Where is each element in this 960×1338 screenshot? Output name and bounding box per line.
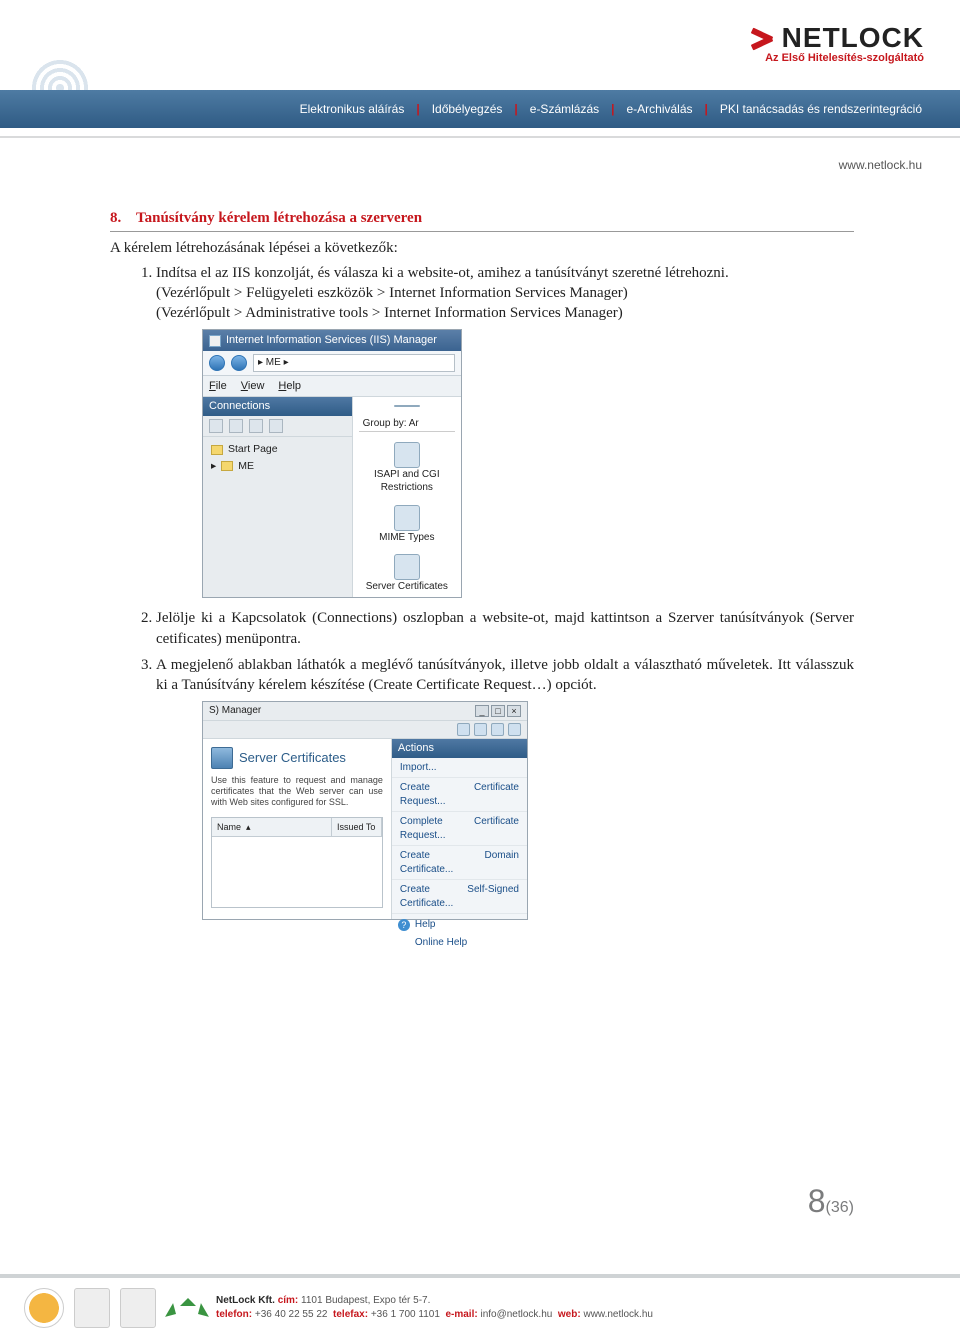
toolbar-icon[interactable] <box>491 723 504 736</box>
menu-bar: File View Help <box>203 376 461 398</box>
feature-label: Server Certificates <box>366 580 448 594</box>
connections-tree: Start Page ▸ME <box>203 437 352 479</box>
tree-item-server[interactable]: ▸ME <box>211 458 344 475</box>
step-3: A megjelenő ablakban láthatók a meglévő … <box>156 655 854 920</box>
section-number: 8. <box>110 210 121 226</box>
step-list: Indítsa el az IIS konzolját, és válasza … <box>110 263 854 920</box>
address-bar: ▸ ME ▸ <box>203 351 461 376</box>
section-title-text: Tanúsítvány kérelem létrehozása a szerve… <box>136 210 422 226</box>
nav-item: e-Számlázás <box>530 102 599 116</box>
action-complete-request[interactable]: Complete Certificate Request... <box>392 812 527 846</box>
page-number: 8(36) <box>808 1183 854 1220</box>
panel-description: Use this feature to request and manage c… <box>211 775 383 809</box>
page-header: NETLOCK Az Első Hitelesítés-szolgáltató … <box>0 0 960 138</box>
feature-icon[interactable] <box>394 554 420 580</box>
screenshot-server-certificates: S) Manager _ □ × <box>202 701 528 920</box>
sgs-badge-icon <box>24 1288 64 1328</box>
page-footer: NetLock Kft. cím: 1101 Budapest, Expo té… <box>0 1274 960 1338</box>
logo-block: NETLOCK Az Első Hitelesítés-szolgáltató <box>748 22 924 64</box>
action-create-domain-cert[interactable]: Create Domain Certificate... <box>392 846 527 880</box>
feature-pane: Group by: Ar ISAPI and CGI Restrictions … <box>353 397 461 597</box>
feature-icon[interactable] <box>394 505 420 531</box>
toolbar-btn[interactable] <box>209 419 223 433</box>
nav-bar: Elektronikus aláírás| Időbélyegzés| e-Sz… <box>0 90 960 128</box>
window-title-fragment: S) Manager <box>209 704 261 718</box>
action-create-self-signed[interactable]: Create Self-Signed Certificate... <box>392 880 527 914</box>
certificates-table: Name ▴ Issued To <box>211 817 383 908</box>
section-intro: A kérelem létrehozásának lépései a követ… <box>110 238 854 258</box>
logo-text: NETLOCK <box>782 22 924 54</box>
window-chrome: S) Manager _ □ × <box>203 702 527 721</box>
recycle-icon <box>166 1288 206 1328</box>
toolbar-icon[interactable] <box>474 723 487 736</box>
tree-item-start-page[interactable]: Start Page <box>211 441 344 458</box>
column-issued-to[interactable]: Issued To <box>332 818 382 836</box>
toolbar-btn[interactable] <box>249 419 263 433</box>
server-icon <box>221 461 233 471</box>
header-url: www.netlock.hu <box>839 158 922 172</box>
page-icon <box>211 445 223 455</box>
maximize-button[interactable]: □ <box>491 705 505 717</box>
step-2: Jelölje ki a Kapcsolatok (Connections) o… <box>156 608 854 649</box>
nav-item: PKI tanácsadás és rendszerintegráció <box>720 102 922 116</box>
document-body: 8. Tanúsítvány kérelem létrehozása a sze… <box>110 208 854 930</box>
actions-pane: Actions Import... Create Certificate Req… <box>391 739 527 919</box>
menu-help[interactable]: Help <box>278 379 301 394</box>
feature-icon[interactable] <box>394 442 420 468</box>
nav-item: Elektronikus aláírás <box>300 102 405 116</box>
action-import[interactable]: Import... <box>392 758 527 779</box>
toolbar-icon[interactable] <box>457 723 470 736</box>
app-icon <box>209 335 221 347</box>
window-titlebar: Internet Information Services (IIS) Mana… <box>203 330 461 351</box>
help-link[interactable]: Help <box>415 918 436 932</box>
connections-header: Connections <box>203 397 352 416</box>
breadcrumb[interactable]: ▸ ME ▸ <box>253 354 455 372</box>
certificates-icon <box>211 747 233 769</box>
actions-header: Actions <box>392 739 527 758</box>
connections-toolbar <box>203 416 352 437</box>
group-by-label[interactable]: Group by: Ar <box>359 417 455 432</box>
connections-pane: Connections Start Page ▸ME <box>203 397 353 597</box>
panel-title: Server Certificates <box>239 749 346 767</box>
logo-subtitle: Az Első Hitelesítés-szolgáltató <box>748 52 924 64</box>
toolbar-btn[interactable] <box>269 419 283 433</box>
logo-icon <box>748 24 776 52</box>
help-icon[interactable] <box>508 723 521 736</box>
step-1: Indítsa el az IIS konzolját, és válasza … <box>156 263 854 599</box>
minimize-button[interactable]: _ <box>475 705 489 717</box>
moody-badge-icon <box>74 1288 110 1328</box>
nav-item: e-Archiválás <box>626 102 692 116</box>
help-icon: ? <box>398 919 410 931</box>
toolbar-btn[interactable] <box>229 419 243 433</box>
footer-text: NetLock Kft. cím: 1101 Budapest, Expo té… <box>216 1294 653 1322</box>
action-create-request[interactable]: Create Certificate Request... <box>392 778 527 812</box>
cert-badge-icon <box>120 1288 156 1328</box>
feature-label: MIME Types <box>379 531 434 545</box>
nav-item: Időbélyegzés <box>432 102 503 116</box>
section-heading: 8. Tanúsítvány kérelem létrehozása a sze… <box>110 208 854 232</box>
menu-file[interactable]: File <box>209 379 227 394</box>
feature-label: ISAPI and CGI Restrictions <box>359 468 455 495</box>
back-button[interactable] <box>209 355 225 371</box>
window-title: Internet Information Services (IIS) Mana… <box>226 333 437 348</box>
forward-button[interactable] <box>231 355 247 371</box>
screenshot-iis-manager: Internet Information Services (IIS) Mana… <box>202 329 462 598</box>
server-certificates-pane: Server Certificates Use this feature to … <box>203 739 391 919</box>
menu-view[interactable]: View <box>241 379 265 394</box>
online-help-link[interactable]: Online Help <box>415 936 467 950</box>
column-name[interactable]: Name ▴ <box>212 818 332 836</box>
toolbar-icons <box>457 723 521 736</box>
close-button[interactable]: × <box>507 705 521 717</box>
server-home-icon <box>394 405 420 407</box>
